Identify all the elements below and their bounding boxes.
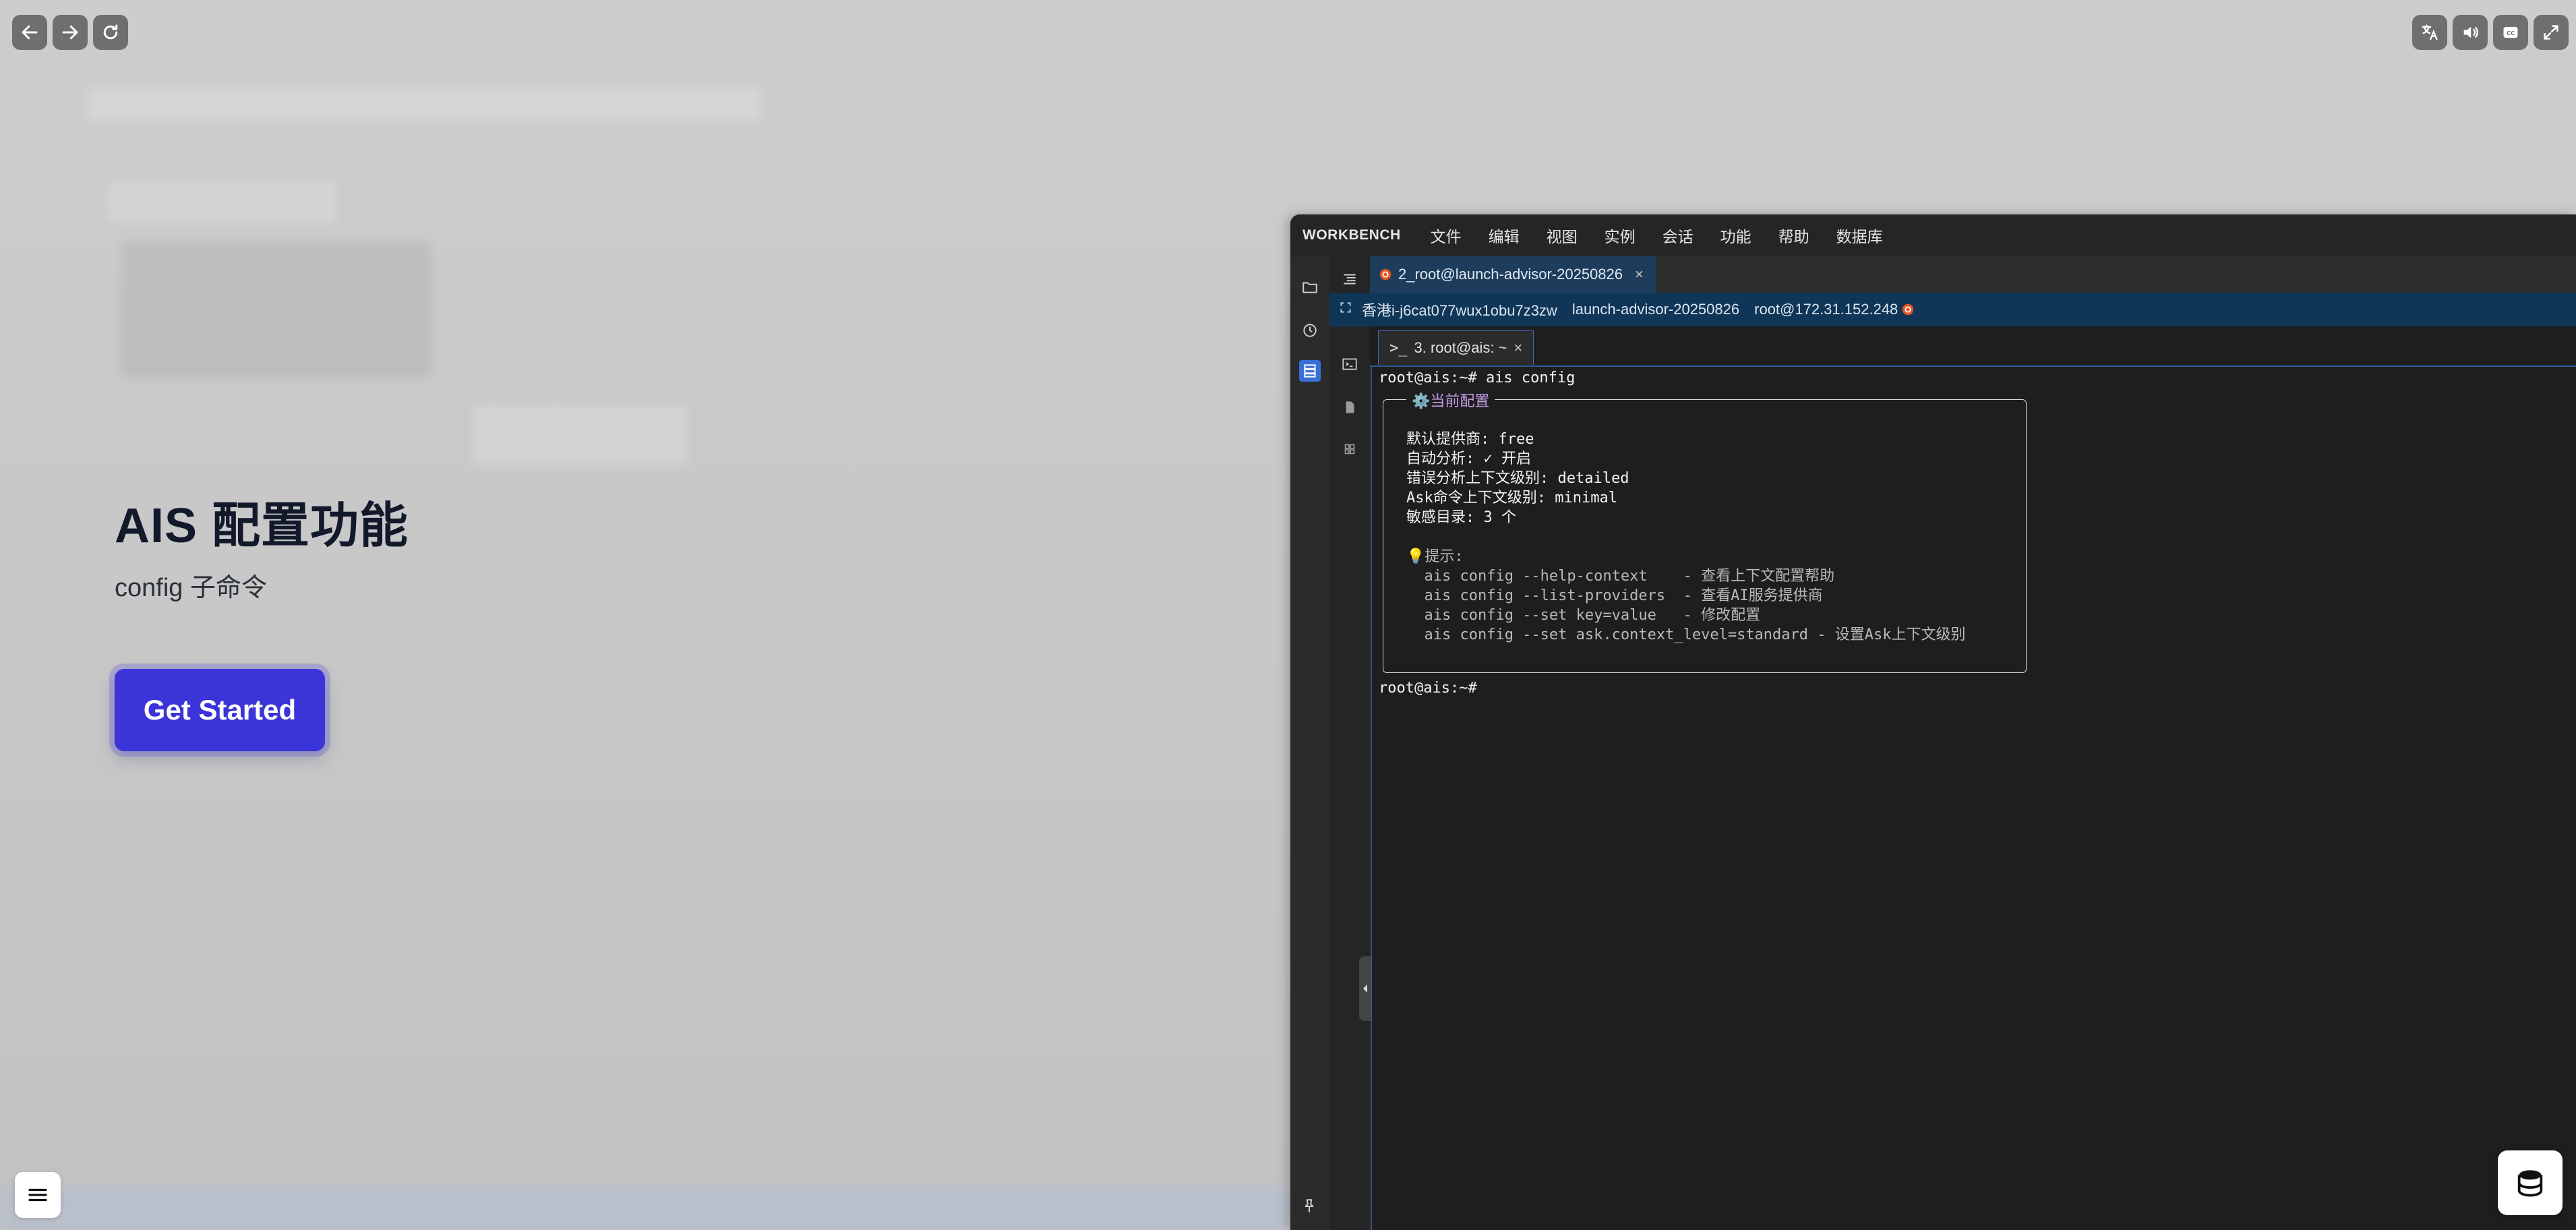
blurred-footer	[0, 1187, 1290, 1230]
volume-button[interactable]	[2453, 15, 2488, 50]
command-line: root@ais:~# ais config	[1379, 370, 1576, 386]
grid-icon[interactable]	[1339, 438, 1360, 460]
expand-icon	[2544, 25, 2558, 40]
tips-header: 💡提示:	[1406, 548, 1464, 565]
captions-button[interactable]: CC	[2493, 15, 2528, 50]
editor-tab-label: 2_root@launch-advisor-20250826	[1398, 266, 1623, 283]
expand-icon[interactable]	[1339, 301, 1352, 318]
svg-text:CC: CC	[2507, 30, 2515, 36]
config-line: 自动分析: ✓ 开启	[1406, 450, 1531, 467]
terminal-tabbar: >_ 3. root@ais: ~ ×	[1370, 326, 2576, 367]
translate-button[interactable]	[2412, 15, 2447, 50]
config-line: 默认提供商: free	[1406, 431, 1534, 448]
menu-session[interactable]: 会话	[1663, 224, 1694, 247]
instance-name: launch-advisor-20250826	[1571, 301, 1740, 318]
workbench-window: WORKBENCH 文件 编辑 视图 实例 会话 功能 帮助 数据库 2_roo…	[1290, 214, 2576, 1230]
arrow-right-icon	[62, 25, 78, 40]
tip-line: ais config --set key=value - 修改配置	[1406, 607, 1761, 624]
get-started-button[interactable]: Get Started	[115, 669, 325, 751]
blurred-block	[108, 182, 337, 223]
instance-id: 香港i-j6cat077wux1obu7z3zw	[1362, 302, 1557, 319]
reload-icon	[103, 24, 118, 40]
prompt-icon: >_	[1389, 339, 1408, 357]
menu-button[interactable]	[15, 1172, 61, 1218]
outline-icon[interactable]	[1339, 268, 1360, 290]
database-stack-icon	[2517, 1170, 2543, 1197]
final-prompt: root@ais:~#	[1379, 680, 1477, 697]
blurred-block	[121, 243, 431, 378]
reload-button[interactable]	[93, 15, 128, 50]
config-box-title: ⚙️当前配置	[1406, 389, 1495, 411]
menu-features[interactable]: 功能	[1720, 224, 1751, 247]
hamburger-icon	[28, 1188, 47, 1202]
login-address: root@172.31.152.248	[1754, 301, 1898, 318]
menu-edit[interactable]: 编辑	[1489, 224, 1520, 247]
editor-tabstrip: 2_root@launch-advisor-20250826 ×	[1370, 256, 2576, 294]
ubuntu-icon	[1903, 303, 1914, 316]
forward-button[interactable]	[53, 15, 88, 50]
back-button[interactable]	[12, 15, 47, 50]
blurred-block	[88, 88, 762, 121]
terminal-icon[interactable]	[1339, 353, 1360, 375]
close-icon[interactable]: ×	[1514, 339, 1522, 357]
config-line: 错误分析上下文级别: detailed	[1406, 470, 1629, 487]
fullscreen-button[interactable]	[2534, 15, 2569, 50]
editor-tab[interactable]: 2_root@launch-advisor-20250826 ×	[1370, 256, 1656, 294]
menu-database[interactable]: 数据库	[1836, 224, 1883, 247]
file-icon[interactable]	[1339, 397, 1360, 418]
page-subtitle: config 子命令	[115, 574, 267, 602]
tip-line: ais config --set ask.context_level=stand…	[1406, 626, 1966, 643]
menu-help[interactable]: 帮助	[1778, 224, 1809, 247]
volume-icon	[2463, 26, 2478, 38]
server-list-icon[interactable]	[1299, 360, 1321, 382]
ubuntu-icon	[1379, 268, 1391, 281]
secondary-sidebar	[1329, 256, 1371, 1230]
activity-bar	[1290, 256, 1330, 1230]
translate-icon	[2422, 24, 2438, 40]
menu-instance[interactable]: 实例	[1605, 224, 1636, 247]
history-icon[interactable]	[1299, 320, 1321, 341]
menu-view[interactable]: 视图	[1547, 224, 1578, 247]
blurred-block	[472, 405, 688, 465]
tip-line: ais config --help-context - 查看上下文配置帮助	[1406, 568, 1835, 585]
menu-file[interactable]: 文件	[1431, 224, 1462, 247]
config-line: Ask命令上下文级别: minimal	[1406, 490, 1617, 506]
workbench-brand: WORKBENCH	[1302, 227, 1401, 243]
folder-icon[interactable]	[1299, 276, 1321, 298]
collapse-sidebar-button[interactable]	[1359, 956, 1371, 1021]
tip-line: ais config --list-providers - 查看AI服务提供商	[1406, 587, 1823, 604]
config-line: 敏感目录: 3 个	[1406, 509, 1516, 526]
page-title: AIS 配置功能	[115, 499, 409, 553]
config-box: ⚙️当前配置 默认提供商: free 自动分析: ✓ 开启 错误分析上下文级别:…	[1383, 389, 2027, 673]
workbench-menubar: WORKBENCH 文件 编辑 视图 实例 会话 功能 帮助 数据库	[1290, 214, 2576, 256]
pin-icon[interactable]	[1300, 1198, 1321, 1218]
arrow-left-icon	[22, 25, 38, 40]
assistant-button[interactable]	[2498, 1150, 2563, 1215]
terminal-tab[interactable]: >_ 3. root@ais: ~ ×	[1378, 330, 1534, 365]
terminal-output[interactable]: root@ais:~# ais config ⚙️当前配置 默认提供商: fre…	[1371, 367, 2576, 1230]
connection-infobar: 香港i-j6cat077wux1obu7z3zw launch-advisor-…	[1329, 293, 2576, 326]
captions-icon: CC	[2503, 26, 2518, 38]
close-icon[interactable]: ×	[1635, 266, 1644, 283]
caret-left-icon	[1363, 985, 1367, 993]
terminal-tab-label: 3. root@ais: ~	[1414, 339, 1507, 356]
